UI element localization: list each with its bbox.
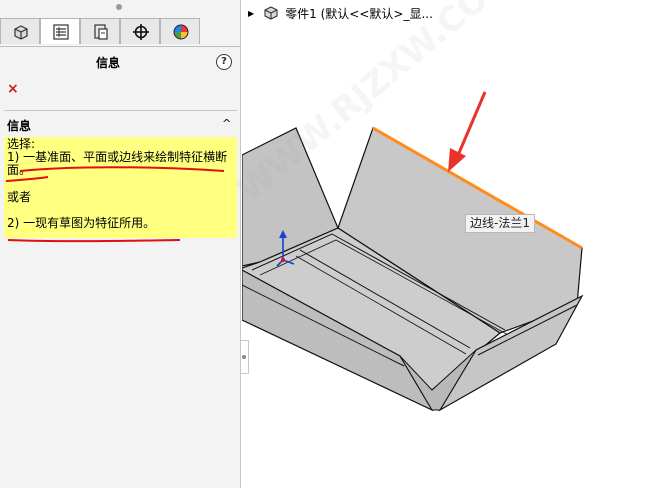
part-icon	[264, 6, 278, 20]
breadcrumb-part-name: 零件1 (默认<<默认>_显...	[285, 6, 433, 21]
expand-arrow-icon[interactable]: ▶	[248, 9, 254, 18]
message-line: 2) 一现有草图为特征所用。	[7, 216, 156, 230]
chevron-up-icon[interactable]: ^	[222, 117, 231, 130]
edge-tooltip: 边线-法兰1	[465, 214, 535, 233]
configuration-icon	[94, 24, 108, 40]
info-message-box: 选择: 1) 一基准面、平面或边线来绘制特征横断面。 或者 2) 一现有草图为特…	[4, 137, 237, 238]
tab-dimxpert-manager[interactable]	[120, 18, 160, 44]
manager-tab-bar	[0, 16, 241, 47]
close-icon[interactable]: ×	[7, 82, 19, 96]
feature-tree-icon	[14, 25, 28, 40]
breadcrumb[interactable]: ▶ 零件1 (默认<<默认>_显...	[248, 4, 433, 22]
property-manager-panel: 信息 ? × 信息 ^ 选择: 1) 一基准面、平面或边线来绘制特征横断面。 或…	[0, 0, 241, 488]
sheet-metal-model[interactable]	[242, 0, 653, 488]
tab-configuration-manager[interactable]	[80, 18, 120, 44]
red-underline-annotation	[5, 166, 225, 243]
tab-property-manager[interactable]	[40, 18, 80, 44]
section-divider	[4, 110, 237, 111]
message-line: 或者	[7, 190, 32, 204]
tab-feature-manager[interactable]	[0, 18, 40, 44]
section-title[interactable]: 信息	[7, 117, 31, 134]
appearance-ball-icon	[173, 24, 189, 40]
panel-title: 信息	[95, 56, 120, 70]
message-line: 1) 一基准面、平面或边线来绘制特征横断面。	[7, 150, 228, 177]
tab-display-manager[interactable]	[160, 18, 200, 44]
property-list-icon	[53, 24, 69, 40]
crosshair-icon	[133, 24, 149, 40]
help-icon[interactable]: ?	[216, 54, 232, 70]
panel-grip[interactable]	[116, 4, 122, 10]
graphics-viewport[interactable]	[242, 0, 653, 488]
